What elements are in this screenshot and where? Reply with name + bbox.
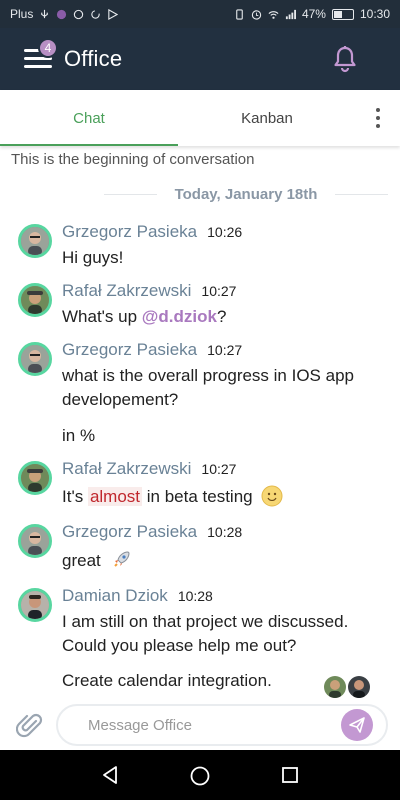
message-text-part: It's: [62, 487, 84, 506]
avatar: [324, 676, 346, 698]
avatar[interactable]: [18, 224, 52, 258]
rocket-emoji-icon: [114, 551, 130, 567]
message-time: 10:27: [201, 283, 237, 299]
person-avatar-icon: [21, 527, 49, 555]
app-header: 4 Office: [0, 28, 400, 90]
tab-bar: Chat Kanban: [0, 90, 400, 146]
battery-percent: 47%: [301, 7, 326, 21]
more-vert-icon-dot: [376, 116, 380, 120]
message-text: in %: [62, 426, 96, 445]
day-label: Today, January 18th: [174, 185, 318, 203]
message-time: 10:28: [177, 588, 213, 604]
message-text: great: [62, 548, 133, 573]
person-avatar-icon: [21, 345, 49, 373]
avatar[interactable]: [18, 524, 52, 558]
message-time: 10:26: [207, 224, 243, 240]
message-text: what is the overall progress in IOS app: [62, 366, 354, 385]
page-title: Office: [64, 46, 123, 71]
person-avatar-icon: [21, 591, 49, 619]
message-input[interactable]: [56, 704, 388, 746]
message-header: Rafał Zakrzewski 10:27: [62, 281, 236, 301]
wifi-icon: [268, 10, 279, 19]
paperclip-icon[interactable]: [16, 712, 44, 740]
sender-name[interactable]: Grzegorz Pasieka: [62, 222, 197, 241]
menu-button[interactable]: 4: [24, 38, 58, 70]
message-text-part: in beta testing: [146, 487, 253, 506]
message-text: I am still on that project we discussed.: [62, 612, 349, 631]
message-text: Could you please help me out?: [62, 636, 297, 655]
message-header: Grzegorz Pasieka 10:28: [62, 522, 242, 542]
status-bar: Plus 47% 10:30: [0, 0, 400, 28]
home-icon[interactable]: [189, 765, 211, 787]
hamburger-icon-line: [24, 65, 52, 68]
read-receipts: [324, 676, 370, 698]
message-text-part: What's up: [62, 307, 138, 326]
message-header: Damian Dziok 10:28: [62, 586, 213, 606]
carrier-label: Plus: [10, 7, 34, 21]
message-composer: [0, 700, 400, 750]
battery-icon: [331, 8, 354, 20]
avatar[interactable]: [18, 283, 52, 317]
message-text-part: great: [62, 551, 101, 570]
sender-name[interactable]: Rafał Zakrzewski: [62, 281, 191, 300]
person-avatar-icon: [21, 227, 49, 255]
highlighted-word: almost: [87, 487, 143, 506]
divider: [104, 193, 157, 195]
conversation-start-note: This is the beginning of conversation: [11, 151, 255, 168]
sender-name[interactable]: Rafał Zakrzewski: [62, 459, 191, 478]
message-text: What's up @d.dziok?: [62, 305, 226, 329]
message-time: 10:27: [207, 342, 243, 358]
recents-icon[interactable]: [280, 765, 300, 785]
person-avatar-icon: [21, 464, 49, 492]
more-vert-icon-dot: [376, 124, 380, 128]
sync-icon: [91, 9, 101, 19]
send-button[interactable]: [341, 709, 373, 741]
alarm-icon: [251, 9, 262, 20]
user-mention[interactable]: @d.dziok: [142, 307, 217, 326]
notification-count-badge: 4: [38, 38, 58, 58]
avatar[interactable]: [18, 588, 52, 622]
message-text: Create calendar integration.: [62, 671, 272, 690]
person-avatar-icon: [21, 286, 49, 314]
signal-icon: [285, 9, 296, 19]
smiley-emoji-icon: [261, 485, 283, 507]
avatar[interactable]: [18, 342, 52, 376]
vibrate-icon: [236, 8, 243, 20]
back-icon[interactable]: [100, 765, 120, 785]
message-header: Rafał Zakrzewski 10:27: [62, 459, 236, 479]
message-time: 10:27: [201, 461, 237, 477]
divider: [335, 193, 389, 195]
more-options-button[interactable]: [356, 90, 400, 146]
person-avatar-icon: [324, 676, 346, 698]
avatar[interactable]: [18, 461, 52, 495]
sender-name[interactable]: Grzegorz Pasieka: [62, 522, 197, 541]
message-header: Grzegorz Pasieka 10:26: [62, 222, 242, 242]
bell-icon[interactable]: [330, 44, 360, 74]
whatsapp-icon: [74, 9, 84, 19]
message-header: Grzegorz Pasieka 10:27: [62, 340, 242, 360]
day-separator: Today, January 18th: [0, 184, 400, 204]
clock: 10:30: [359, 7, 390, 21]
tab-kanban[interactable]: Kanban: [178, 90, 356, 146]
tab-chat[interactable]: Chat: [0, 90, 178, 146]
system-nav-bar: [0, 750, 400, 800]
sender-name[interactable]: Grzegorz Pasieka: [62, 340, 197, 359]
message-text: Hi guys!: [62, 248, 124, 267]
message-text: developement?: [62, 390, 179, 409]
avatar: [348, 676, 370, 698]
viber-icon: [57, 9, 67, 19]
usb-icon: [41, 9, 49, 18]
send-icon: [349, 717, 365, 733]
more-vert-icon: [376, 108, 380, 112]
person-avatar-icon: [348, 676, 370, 698]
play-store-icon: [108, 8, 119, 20]
message-text-part: ?: [216, 307, 227, 326]
message-time: 10:28: [207, 524, 243, 540]
sender-name[interactable]: Damian Dziok: [62, 586, 168, 605]
message-text: It's almost in beta testing: [62, 485, 283, 509]
